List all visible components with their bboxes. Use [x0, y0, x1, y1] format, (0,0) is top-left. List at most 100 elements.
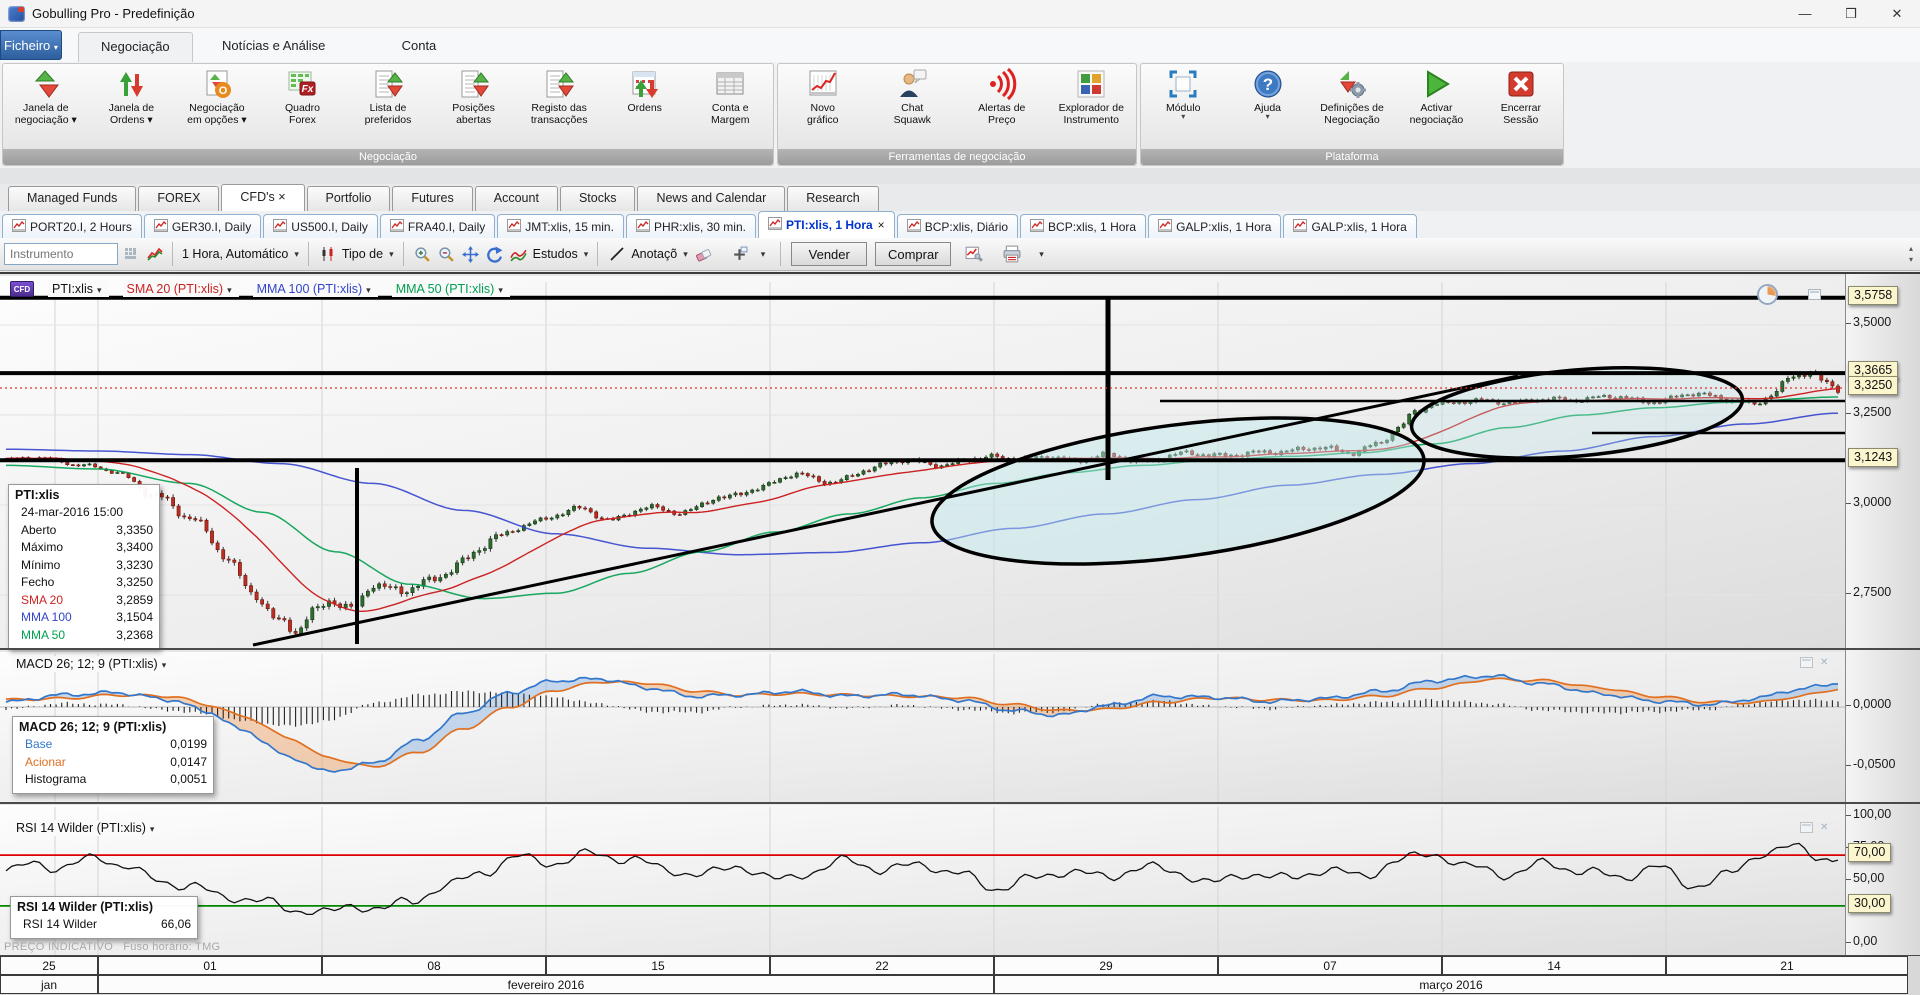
- chart-tab-icon: [1293, 219, 1311, 235]
- rsi-legend-label[interactable]: RSI 14 Wilder (PTI:xlis)▾: [12, 820, 161, 836]
- conta-margem-button[interactable]: Conta e Margem: [688, 64, 774, 149]
- workspace-tab-futures[interactable]: Futures: [392, 186, 472, 211]
- file-menu-button[interactable]: Ficheiro ▾: [0, 30, 62, 60]
- toolbar-scroll-arrows[interactable]: ▴▾: [1904, 243, 1918, 267]
- list-arrows-icon: [543, 68, 575, 100]
- menu-tab-2[interactable]: Conta: [380, 32, 459, 62]
- chat-squawk-button[interactable]: Chat Squawk: [868, 64, 958, 149]
- chart-tab-icon: [507, 219, 525, 235]
- draw-line-button[interactable]: [606, 243, 628, 265]
- gobulling-pro-window: Gobulling Pro - Predefinição — ❒ ✕ Fiche…: [0, 0, 1920, 995]
- chart-settings-button[interactable]: [963, 243, 985, 265]
- registo-transaccoes-button[interactable]: Registo das transacções: [516, 64, 602, 149]
- estudos-dropdown[interactable]: Estudos: [533, 247, 578, 261]
- zoom-out-button[interactable]: [436, 243, 458, 265]
- crosshair-button[interactable]: [729, 243, 751, 265]
- chart-tab-icon: [1158, 219, 1176, 235]
- pan-button[interactable]: [460, 243, 482, 265]
- more-tools-arrow-icon[interactable]: ▾: [1039, 249, 1044, 260]
- date-axis[interactable]: 250108152229071421janfevereiro 2016março…: [0, 956, 1920, 995]
- candle-type-icon: [317, 243, 339, 265]
- ribbon-group-label: Ferramentas de negociação: [778, 149, 1136, 165]
- legend-item-0[interactable]: PTI:xlis▾: [48, 281, 109, 297]
- macd-pane-icons[interactable]: ✕: [1800, 657, 1828, 668]
- instrument-search-input[interactable]: [4, 243, 118, 265]
- chart-type-dropdown[interactable]: Tipo de: [342, 247, 383, 261]
- print-icon: [1003, 245, 1021, 263]
- chart-tab-8[interactable]: BCP:xlis, 1 Hora: [1020, 214, 1146, 238]
- chart-tab-4[interactable]: JMT:xlis, 15 min.: [497, 214, 624, 238]
- print-button[interactable]: [1001, 243, 1023, 265]
- restore-pane-icon[interactable]: [1808, 289, 1821, 300]
- chart-tab-7[interactable]: BCP:xlis, Diário: [897, 214, 1018, 238]
- explorador-instrumento-button[interactable]: Explorador de Instrumento: [1047, 64, 1137, 149]
- sell-button[interactable]: Vender: [791, 242, 867, 266]
- chart-tab-1[interactable]: GER30.I, Daily: [144, 214, 261, 238]
- activar-negociacao-button[interactable]: Activar negociação: [1394, 64, 1478, 149]
- chart-tab-9[interactable]: GALP:xlis, 1 Hora: [1148, 214, 1281, 238]
- chart-tab-0[interactable]: PORT20.I, 2 Hours: [2, 214, 142, 238]
- chart-tab-5[interactable]: PHR:xlis, 30 min.: [626, 214, 756, 238]
- undo-button[interactable]: [484, 243, 506, 265]
- axis-label: 3,5000: [1853, 315, 1891, 329]
- panel-separator[interactable]: [0, 648, 1920, 650]
- negociacao-opcoes-button[interactable]: ONegociação em opções ▾: [174, 64, 260, 149]
- alertas-preco-button[interactable]: Alertas de Preço: [957, 64, 1047, 149]
- axis-callout: 3,5758: [1848, 286, 1898, 305]
- estudos-arrow-icon[interactable]: ▾: [584, 249, 589, 260]
- ajuda-button[interactable]: ?Ajuda▾: [1225, 64, 1309, 149]
- definicoes-negociacao-button[interactable]: Definições de Negociação: [1310, 64, 1394, 149]
- workspace-tab-news-and-calendar[interactable]: News and Calendar: [637, 186, 785, 211]
- timeframe-dropdown[interactable]: 1 Hora, Automático: [182, 247, 288, 261]
- chart-canvas[interactable]: [0, 274, 1845, 956]
- chart-style-button[interactable]: [144, 243, 166, 265]
- maximize-button[interactable]: ❒: [1828, 0, 1874, 28]
- chart-tab-2[interactable]: US500.I, Daily: [263, 214, 378, 238]
- macd-legend-label[interactable]: MACD 26; 12; 9 (PTI:xlis)▾: [12, 656, 173, 672]
- legend-item-2[interactable]: MMA 100 (PTI:xlis)▾: [253, 281, 378, 297]
- workspace-tab-research[interactable]: Research: [787, 186, 879, 211]
- chart-type-arrow-icon[interactable]: ▾: [389, 249, 394, 260]
- panel-separator[interactable]: [0, 802, 1920, 804]
- novo-grafico-button[interactable]: Novo gráfico: [778, 64, 868, 149]
- posicoes-abertas-button[interactable]: Posições abertas: [431, 64, 517, 149]
- forex-grid-icon: Fx: [286, 68, 318, 100]
- chart-tab-6[interactable]: PTI:xlis, 1 Hora×: [758, 211, 895, 238]
- workspace-tab-portfolio[interactable]: Portfolio: [307, 186, 391, 211]
- chart-tab-3[interactable]: FRA40.I, Daily: [380, 214, 495, 238]
- workspace-tab-forex[interactable]: FOREX: [138, 186, 219, 211]
- menu-tab-1[interactable]: Notícias e Análise: [200, 32, 347, 62]
- anotacao-dropdown[interactable]: Anotaçõ: [631, 247, 677, 261]
- play-icon: [1420, 68, 1452, 100]
- workspace-tab-account[interactable]: Account: [475, 186, 558, 211]
- buy-button[interactable]: Comprar: [875, 242, 951, 266]
- price-axis[interactable]: 3,50003,25003,00002,75000,0000-0,0500100…: [1845, 274, 1920, 956]
- workspace-tab-managed-funds[interactable]: Managed Funds: [8, 186, 136, 211]
- zoom-in-button[interactable]: [412, 243, 434, 265]
- legend-item-1[interactable]: SMA 20 (PTI:xlis)▾: [123, 281, 239, 297]
- anotacao-arrow-icon[interactable]: ▾: [683, 249, 688, 260]
- quadro-forex-button[interactable]: FxQuadro Forex: [260, 64, 346, 149]
- minimize-button[interactable]: —: [1782, 0, 1828, 28]
- chart-tab-close-icon[interactable]: ×: [878, 218, 885, 232]
- janela-negociacao-button[interactable]: Janela de negociação ▾: [3, 64, 89, 149]
- chart-tab-10[interactable]: GALP:xlis, 1 Hora: [1283, 214, 1416, 238]
- week-cell: 15: [546, 956, 770, 975]
- close-button[interactable]: ✕: [1874, 0, 1920, 28]
- workspace-tab-stocks[interactable]: Stocks: [560, 186, 636, 211]
- menu-tab-0[interactable]: Negociação: [78, 32, 193, 62]
- modulo-icon: [1167, 68, 1199, 100]
- eraser-button[interactable]: [693, 243, 715, 265]
- modulo-button[interactable]: Módulo▾: [1141, 64, 1225, 149]
- workspace-tab-cfd-s[interactable]: CFD's ×: [221, 184, 304, 211]
- rsi-pane-icons[interactable]: ✕: [1800, 822, 1828, 833]
- ordens-button[interactable]: Ordens: [602, 64, 688, 149]
- crosshair-arrow-icon[interactable]: ▾: [761, 249, 766, 260]
- timeframe-arrow-icon[interactable]: ▾: [294, 249, 299, 260]
- session-clock-icon[interactable]: [1757, 284, 1778, 305]
- legend-item-3[interactable]: MMA 50 (PTI:xlis)▾: [392, 281, 510, 297]
- instrument-list-button[interactable]: [120, 243, 142, 265]
- janela-ordens-button[interactable]: Janela de Ordens ▾: [89, 64, 175, 149]
- encerrar-sessao-button[interactable]: Encerrar Sessão: [1479, 64, 1563, 149]
- lista-preferidos-button[interactable]: Lista de preferidos: [345, 64, 431, 149]
